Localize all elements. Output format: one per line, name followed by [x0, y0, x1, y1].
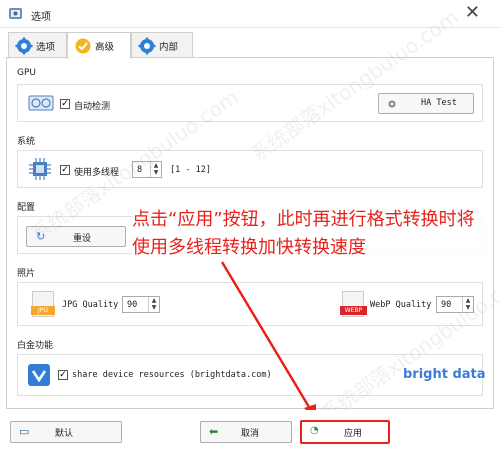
webp-badge: WEBP	[340, 306, 367, 315]
multithread-checkbox[interactable]: ✓	[60, 165, 70, 175]
webp-quality-value: 90	[441, 300, 452, 310]
system-section: ✓ 使用多线程 8 ▲ ▼ [1 - 12]	[17, 150, 483, 188]
webp-quality-label: WebP Quality	[370, 300, 432, 310]
gear-icon	[388, 100, 396, 108]
jpg-badge: JPG	[31, 306, 55, 315]
webp-quality-spinner[interactable]: 90 ▲ ▼	[436, 296, 474, 313]
photo-section-label: 照片	[17, 269, 36, 279]
apply-button[interactable]: ◔ 应用	[300, 420, 390, 444]
app-icon	[9, 8, 22, 19]
platinum-section-label: 白金功能	[17, 341, 54, 351]
thread-count-spinner[interactable]: 8 ▲ ▼	[132, 161, 162, 178]
vpn-shield-icon	[28, 364, 50, 386]
share-resources-checkbox[interactable]: ✓	[58, 370, 68, 380]
tab-advanced-label: 高级	[95, 42, 115, 53]
photo-section: JPG JPG Quality 90 ▲ ▼ WEBP WebP Quality …	[17, 282, 483, 326]
jpg-quality-label: JPG Quality	[62, 300, 119, 310]
cancel-label: 取消	[241, 429, 260, 439]
ha-test-button[interactable]: HA Test	[378, 93, 474, 114]
spinner-arrows-icon[interactable]: ▲ ▼	[462, 297, 473, 312]
advanced-icon	[75, 38, 91, 54]
gpu-auto-detect-label: 自动检测	[74, 102, 111, 112]
platinum-section: ✓ share device resources (brightdata.com…	[17, 354, 486, 396]
reset-label: 重设	[73, 234, 92, 244]
tab-advanced[interactable]: 高级	[67, 32, 131, 59]
system-section-label: 系统	[17, 137, 36, 147]
thread-count-value: 8	[137, 165, 143, 175]
title-bar: 选项 ✕	[0, 0, 500, 28]
window-title: 选项	[31, 12, 51, 23]
gpu-auto-detect-checkbox[interactable]: ✓	[60, 99, 70, 109]
spinner-arrows-icon[interactable]: ▲ ▼	[148, 297, 159, 312]
gpu-card-icon	[28, 95, 54, 111]
webp-file-icon: WEBP	[340, 291, 367, 317]
refresh-icon: ↻	[36, 230, 46, 243]
close-button[interactable]: ✕	[465, 4, 480, 22]
gear-icon	[138, 37, 156, 54]
brightdata-logo: bright data	[403, 367, 486, 382]
default-label: 默认	[55, 429, 74, 439]
gpu-section-label: GPU	[17, 68, 36, 78]
jpg-quality-spinner[interactable]: 90 ▲ ▼	[122, 296, 160, 313]
spinner-arrows-icon[interactable]: ▲ ▼	[150, 162, 161, 177]
gpu-section: ✓ 自动检测 HA Test	[17, 84, 483, 122]
tab-options[interactable]: 选项	[8, 32, 67, 58]
default-button[interactable]: ▭ 默认	[10, 421, 122, 443]
footer-bar: ▭ 默认 ⬅ 取消 ◔ 应用	[0, 410, 500, 454]
check-icon: ◔	[310, 425, 319, 436]
gear-icon	[15, 37, 33, 54]
config-section-label: 配置	[17, 203, 36, 213]
annotation-text: 点击“应用”按钮，此时再进行格式转换时将使用多线程转换加快转换速度	[132, 206, 492, 262]
cancel-button[interactable]: ⬅ 取消	[200, 421, 292, 443]
cpu-icon	[29, 158, 51, 180]
share-resources-label: share device resources (brightdata.com)	[72, 370, 272, 380]
ha-test-label: HA Test	[421, 98, 457, 108]
reset-button[interactable]: ↻ 重设	[26, 226, 126, 247]
tab-internal[interactable]: 内部	[131, 32, 193, 58]
thread-range: [1 - 12]	[170, 165, 211, 175]
multithread-label: 使用多线程	[74, 168, 120, 178]
back-arrow-icon: ⬅	[209, 425, 219, 438]
tab-internal-label: 内部	[159, 41, 179, 53]
jpg-quality-value: 90	[127, 300, 138, 310]
jpg-file-icon: JPG	[31, 291, 55, 317]
tab-options-label: 选项	[36, 41, 56, 53]
apply-label: 应用	[344, 429, 363, 439]
drive-icon: ▭	[19, 425, 30, 438]
